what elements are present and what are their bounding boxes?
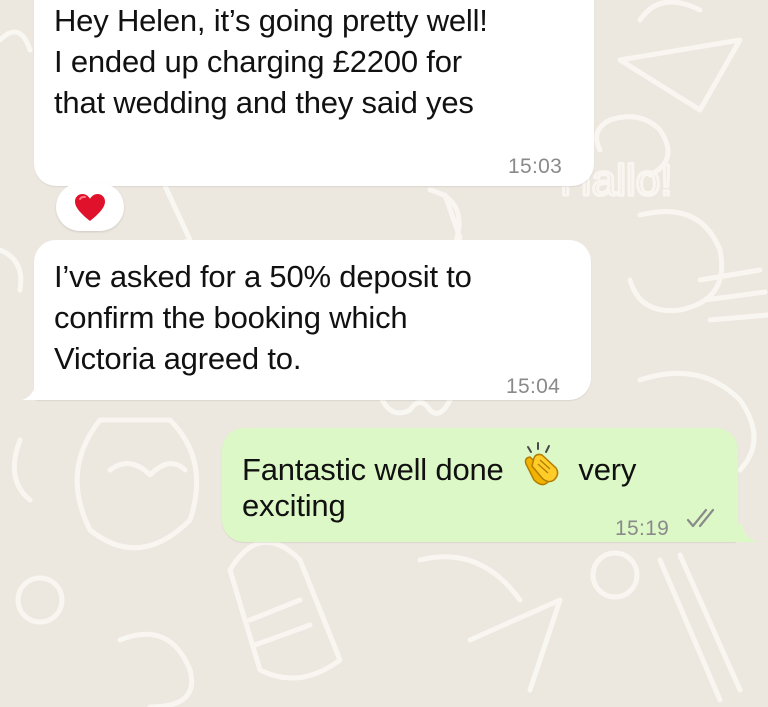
message-text: Hey Helen, it’s going pretty well! I end…: [54, 3, 488, 120]
incoming-bubble-tail: [22, 382, 44, 400]
message-text-part: Fantastic well done: [242, 452, 504, 487]
message-timestamp: 15:19: [615, 517, 670, 540]
message-timestamp: 15:04: [506, 375, 561, 398]
incoming-message-bubble[interactable]: Hey Helen, it’s going pretty well! I end…: [34, 0, 594, 186]
message-text-line: exciting: [242, 488, 346, 523]
message-reaction[interactable]: [56, 183, 124, 231]
outgoing-bubble-tail: [736, 524, 758, 542]
outgoing-message-bubble[interactable]: Fantastic well done very exciting 15:19: [222, 428, 738, 542]
clapping-hands-icon: [518, 442, 564, 496]
message-timestamp: 15:03: [508, 155, 563, 178]
incoming-message-bubble[interactable]: I’ve asked for a 50% deposit to confirm …: [34, 240, 591, 400]
message-text: I’ve asked for a 50% deposit to confirm …: [54, 259, 472, 376]
message-text-part: very: [578, 452, 637, 487]
heart-icon: [75, 194, 105, 221]
read-receipt-icon: [686, 508, 715, 528]
